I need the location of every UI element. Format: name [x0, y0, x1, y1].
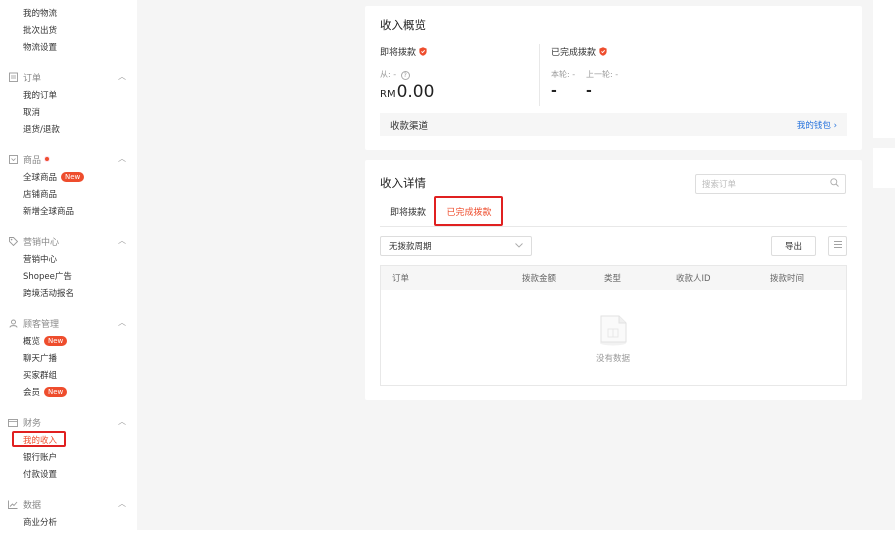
- sidebar-item-label: 全球商品: [23, 172, 58, 183]
- sidebar-item-my-logistics[interactable]: 我的物流: [23, 6, 57, 19]
- empty-document-icon: [598, 313, 630, 350]
- sidebar-item-batch-shipping[interactable]: 批次出货: [23, 23, 57, 36]
- income-overview-title: 收入概览: [380, 18, 426, 32]
- last-round-label: 上一轮: -: [586, 70, 619, 79]
- sidebar-section-products[interactable]: 商品 ︿: [8, 152, 132, 166]
- chevron-up-icon[interactable]: ︿: [118, 498, 126, 509]
- new-badge: New: [61, 171, 85, 182]
- column-payee-id: 收款人ID: [676, 274, 711, 284]
- sidebar-section-title: 财务: [23, 418, 42, 429]
- clipboard-icon: [8, 72, 18, 82]
- right-panel-edge: [873, 0, 895, 138]
- chart-icon: [8, 499, 18, 509]
- this-round-label: 本轮: -: [551, 70, 576, 79]
- sidebar-item-marketing-center[interactable]: 营销中心: [23, 252, 57, 265]
- payout-channel-label: 收款渠道: [390, 120, 429, 132]
- search-placeholder: 搜索订单: [702, 180, 737, 190]
- menu-list-button[interactable]: [828, 236, 847, 256]
- sidebar-section-marketing[interactable]: 营销中心 ︿: [8, 234, 132, 248]
- currency-label: RM: [380, 89, 396, 100]
- completed-payout-text: 已完成拨款: [551, 48, 597, 58]
- help-icon[interactable]: ?: [400, 71, 410, 80]
- shield-icon: [599, 47, 607, 56]
- notification-dot: [44, 156, 51, 162]
- sidebar-section-title: 顾客管理: [23, 319, 60, 330]
- sidebar-section-data[interactable]: 数据 ︿: [8, 497, 132, 511]
- tag-icon: [8, 236, 18, 246]
- sidebar-section-orders[interactable]: 订单 ︿: [8, 70, 132, 84]
- shield-icon: [419, 47, 427, 56]
- column-payout-time: 拨款时间: [770, 274, 805, 284]
- sidebar-item-members[interactable]: 会员 New: [23, 385, 68, 398]
- payout-period-select[interactable]: 无拨款周期: [380, 236, 532, 256]
- chevron-up-icon[interactable]: ︿: [118, 416, 126, 427]
- chevron-up-icon[interactable]: ︿: [118, 153, 126, 164]
- export-button[interactable]: 导出: [771, 236, 816, 256]
- sidebar-item-returns[interactable]: 退货/退款: [23, 122, 60, 135]
- sidebar-item-bank-accounts[interactable]: 银行账户: [23, 450, 57, 463]
- chevron-up-icon[interactable]: ︿: [118, 317, 126, 328]
- column-type: 类型: [604, 274, 622, 284]
- income-details-title: 收入详情: [380, 176, 426, 190]
- sidebar: 我的物流 批次出货 物流设置 订单 ︿ 我的订单 取消 退货/退款 商品 ︿ 全…: [0, 0, 137, 543]
- right-panel-edge: [873, 148, 895, 188]
- sidebar-section-title: 营销中心: [23, 237, 60, 248]
- sidebar-item-cancel[interactable]: 取消: [23, 105, 40, 118]
- box-icon: [8, 154, 18, 164]
- tabs-divider: [380, 226, 847, 227]
- new-badge: New: [44, 335, 68, 346]
- sidebar-section-title: 数据: [23, 500, 42, 511]
- pending-payout-text: 即将拨款: [380, 48, 417, 58]
- completed-payout-label: 已完成拨款: [551, 45, 607, 58]
- chevron-up-icon[interactable]: ︿: [118, 235, 126, 246]
- sidebar-item-business-insights[interactable]: 商业分析: [23, 515, 57, 528]
- column-order: 订单: [392, 274, 410, 284]
- table-header: 订单 拨款金额 类型 收款人ID 拨款时间: [381, 266, 846, 290]
- this-round-value: -: [551, 83, 557, 99]
- highlight-box-my-income: [12, 431, 66, 447]
- sidebar-item-logistics-settings[interactable]: 物流设置: [23, 40, 57, 53]
- pending-from: 从: - ?: [380, 69, 410, 80]
- sidebar-item-shopee-ads[interactable]: Shopee广告: [23, 269, 72, 282]
- sidebar-item-label: 会员: [23, 387, 41, 398]
- payout-channel-bar: 收款渠道 我的钱包 ›: [380, 113, 847, 136]
- sidebar-item-add-global-product[interactable]: 新增全球商品: [23, 204, 74, 217]
- user-icon: [8, 318, 18, 328]
- pending-amount: RM 0.00: [380, 82, 434, 102]
- divider: [539, 44, 540, 106]
- sidebar-item-cross-border-campaigns[interactable]: 跨境活动报名: [23, 286, 74, 299]
- sidebar-section-title: 商品: [23, 155, 42, 166]
- pending-payout-label: 即将拨款: [380, 45, 427, 58]
- income-table: 订单 拨款金额 类型 收款人ID 拨款时间 没有数据: [380, 265, 847, 386]
- search-icon[interactable]: [830, 178, 839, 190]
- sidebar-section-finance[interactable]: 财务 ︿: [8, 415, 132, 429]
- pending-amount-value: 0.00: [396, 82, 435, 102]
- column-payout-amount: 拨款金额: [522, 274, 557, 284]
- new-badge: New: [44, 386, 68, 397]
- sidebar-item-chat-broadcast[interactable]: 聊天广播: [23, 351, 57, 364]
- empty-state-text: 没有数据: [596, 354, 631, 364]
- sidebar-section-customers[interactable]: 顾客管理 ︿: [8, 316, 132, 330]
- sidebar-item-overview[interactable]: 概览 New: [23, 334, 68, 347]
- last-round-value: -: [586, 83, 592, 99]
- sidebar-item-shop-products[interactable]: 店铺商品: [23, 187, 57, 200]
- chevron-down-icon: [515, 241, 523, 251]
- sidebar-section-title: 订单: [23, 73, 42, 84]
- sidebar-item-label: 概览: [23, 336, 41, 347]
- sidebar-item-my-orders[interactable]: 我的订单: [23, 88, 57, 101]
- highlight-box-completed-tab: [434, 196, 503, 226]
- chevron-up-icon[interactable]: ︿: [118, 71, 126, 82]
- payout-period-value: 无拨款周期: [389, 242, 432, 252]
- sidebar-item-buyer-groups[interactable]: 买家群组: [23, 368, 57, 381]
- sidebar-item-payment-settings[interactable]: 付款设置: [23, 467, 57, 480]
- list-icon: [833, 241, 842, 251]
- my-wallet-link[interactable]: 我的钱包 ›: [797, 119, 837, 131]
- wallet-icon: [8, 417, 18, 427]
- sidebar-item-global-products[interactable]: 全球商品 New: [23, 170, 85, 183]
- tab-pending-payout[interactable]: 即将拨款: [380, 200, 436, 222]
- order-search-input[interactable]: 搜索订单: [695, 174, 846, 194]
